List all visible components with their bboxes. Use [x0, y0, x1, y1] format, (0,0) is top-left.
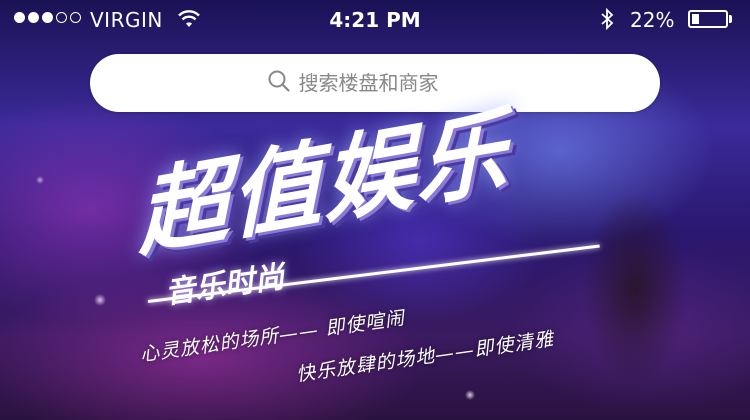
battery-icon	[688, 10, 728, 28]
status-bar: VIRGIN 4:21 PM 22%	[0, 0, 750, 40]
battery-percentage: 22%	[630, 8, 675, 32]
battery-cap	[729, 15, 732, 23]
bluetooth-icon	[600, 7, 614, 35]
search-icon	[267, 69, 291, 97]
dj-silhouette	[560, 150, 710, 420]
